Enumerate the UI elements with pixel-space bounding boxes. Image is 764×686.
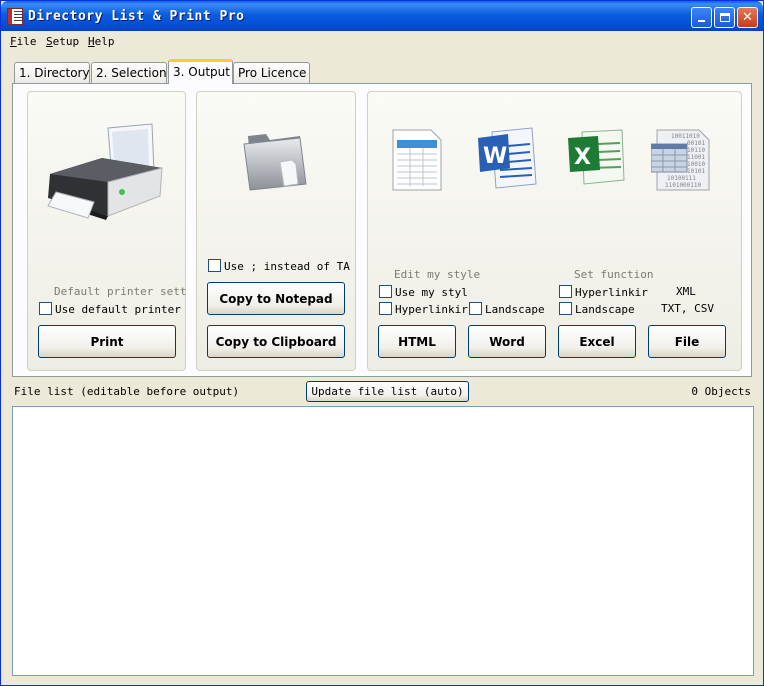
maximize-icon — [719, 13, 730, 22]
copy-to-notepad-button[interactable]: Copy to Notepad — [207, 282, 345, 315]
html-hyperlink-checkbox[interactable] — [379, 302, 392, 315]
close-icon: ✕ — [742, 10, 753, 25]
use-my-style-label: Use my styl — [395, 286, 468, 299]
use-my-style-checkbox[interactable] — [379, 285, 392, 298]
excel-hyperlink-label: Hyperlinkir — [575, 286, 648, 299]
excel-hyperlink-checkbox[interactable] — [559, 285, 572, 298]
menu-file[interactable]: File — [10, 35, 37, 48]
use-default-printer-checkbox[interactable] — [39, 302, 52, 315]
print-group: Default printer sett Use default printer… — [27, 91, 186, 371]
edit-style-caption: Edit my style — [394, 268, 481, 281]
svg-text:X: X — [574, 145, 591, 170]
svg-text:W: W — [483, 144, 507, 169]
word-landscape-label: Landscape — [485, 303, 545, 316]
tab-selection[interactable]: 2. Selection — [91, 62, 167, 83]
file-icon-bits-8: 1101000110 — [665, 182, 702, 189]
use-semicolon-label: Use ; instead of TA — [224, 260, 350, 273]
window-title: Directory List & Print Pro — [28, 9, 245, 24]
excel-landscape-checkbox[interactable] — [559, 302, 572, 315]
file-list-box[interactable] — [12, 406, 754, 676]
menu-help[interactable]: Help — [88, 35, 115, 48]
title-bar[interactable]: Directory List & Print Pro ✕ — [1, 1, 763, 31]
use-semicolon-checkbox[interactable] — [208, 259, 221, 272]
default-printer-caption: Default printer sett — [54, 285, 187, 298]
app-window: Directory List & Print Pro ✕ File Setup … — [0, 0, 764, 686]
word-button[interactable]: Word — [468, 325, 546, 358]
word-landscape-checkbox[interactable] — [469, 302, 482, 315]
minimize-icon — [698, 20, 705, 22]
menu-setup[interactable]: Setup — [46, 35, 79, 48]
excel-icon: X — [568, 129, 625, 185]
printer-icon — [47, 123, 163, 220]
minimize-button[interactable] — [691, 7, 712, 28]
use-default-printer-label: Use default printer — [55, 303, 181, 316]
output-tab-panel: Default printer sett Use default printer… — [12, 83, 752, 377]
html-document-icon — [392, 129, 442, 191]
copy-to-clipboard-button[interactable]: Copy to Clipboard — [207, 325, 345, 358]
file-icon-bits-7: 10100111 — [667, 175, 696, 182]
excel-button[interactable]: Excel — [558, 325, 636, 358]
clipboard-group: Use ; instead of TA Copy to Notepad Copy… — [196, 91, 356, 371]
set-function-caption: Set function — [574, 268, 654, 281]
menu-bar: File Setup Help — [1, 32, 763, 51]
close-button[interactable]: ✕ — [737, 7, 758, 28]
update-file-list-button[interactable]: Update file list (auto) — [306, 381, 469, 402]
text-file-icon: 10011010 00101 10110 11001 10010 10101 1… — [651, 129, 710, 191]
folder-icon — [243, 134, 307, 191]
file-icon-bits-3: 10110 — [687, 147, 705, 154]
file-icon-bits-4: 11001 — [687, 154, 705, 161]
file-icon-bits-1: 10011010 — [671, 133, 700, 140]
file-list-label: File list (editable before output) — [14, 385, 240, 398]
maximize-button[interactable] — [714, 7, 735, 28]
tab-directory[interactable]: 1. Directory — [14, 62, 90, 83]
word-icon: W — [478, 127, 537, 189]
file-icon-bits-2: 00101 — [687, 140, 705, 147]
export-group: W X 10011010 00101 10110 11001 10010 101… — [367, 91, 742, 371]
file-button[interactable]: File — [648, 325, 726, 358]
print-button[interactable]: Print — [38, 325, 176, 358]
tab-output[interactable]: 3. Output — [168, 59, 233, 84]
txt-csv-label: TXT, CSV — [661, 302, 714, 315]
excel-landscape-label: Landscape — [575, 303, 635, 316]
html-hyperlink-label: Hyperlinkir — [395, 303, 468, 316]
file-icon-bits-6: 10101 — [687, 168, 705, 175]
html-button[interactable]: HTML — [378, 325, 456, 358]
app-icon — [7, 8, 23, 25]
file-icon-bits-5: 10010 — [687, 161, 705, 168]
tab-pro-licence[interactable]: Pro Licence — [233, 62, 310, 83]
xml-label: XML — [676, 285, 696, 298]
object-count: 0 Objects — [691, 385, 751, 398]
